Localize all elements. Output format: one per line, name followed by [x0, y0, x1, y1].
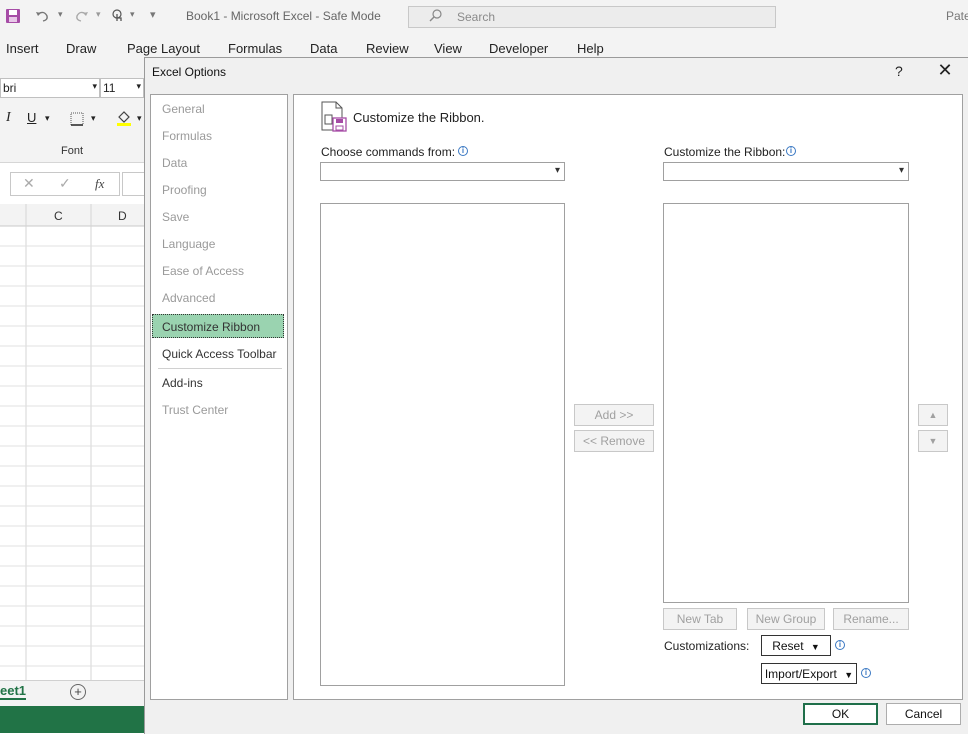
- nav-item-ease-of-access[interactable]: Ease of Access: [162, 264, 244, 278]
- info-icon[interactable]: i: [458, 146, 468, 156]
- touch-mode-icon[interactable]: [110, 8, 126, 24]
- undo-dropdown-icon[interactable]: ▾: [58, 9, 63, 20]
- redo-icon[interactable]: [74, 8, 90, 24]
- add-button[interactable]: Add >>: [574, 404, 654, 426]
- import-export-button-label: Import/Export: [764, 667, 837, 681]
- nav-item-save[interactable]: Save: [162, 210, 189, 224]
- font-size-box[interactable]: 11 ▾: [100, 78, 144, 98]
- import-export-button[interactable]: Import/Export ▼: [761, 663, 857, 684]
- move-down-icon[interactable]: ▼: [918, 430, 948, 452]
- fill-color-dropdown-icon[interactable]: ▾: [137, 113, 142, 124]
- nav-item-general[interactable]: General: [162, 102, 205, 116]
- nav-divider: [158, 368, 282, 369]
- chevron-down-icon: ▾: [554, 165, 560, 176]
- info-icon[interactable]: i: [861, 668, 871, 678]
- tab-review[interactable]: Review: [366, 41, 409, 56]
- chevron-down-icon: ▾: [898, 165, 904, 176]
- search-placeholder: Search: [457, 10, 496, 24]
- choose-commands-label: Choose commands from:: [321, 145, 456, 159]
- tab-view[interactable]: View: [434, 41, 462, 56]
- column-header-d[interactable]: D: [118, 209, 127, 223]
- borders-icon[interactable]: [70, 112, 84, 126]
- underline-icon[interactable]: U: [27, 110, 36, 125]
- save-icon[interactable]: [5, 8, 21, 24]
- formula-input[interactable]: [122, 172, 145, 196]
- move-up-icon[interactable]: ▲: [918, 404, 948, 426]
- italic-icon[interactable]: I: [6, 110, 11, 126]
- customize-ribbon-label: Customize the Ribbon:: [664, 145, 786, 159]
- redo-dropdown-icon[interactable]: ▾: [96, 9, 101, 20]
- font-name-box[interactable]: bri ▾: [0, 78, 100, 98]
- insert-function-icon[interactable]: fx: [95, 176, 104, 192]
- nav-item-advanced[interactable]: Advanced: [162, 291, 215, 305]
- user-name[interactable]: Pate: [946, 9, 968, 23]
- chevron-down-icon: ▾: [92, 81, 97, 91]
- remove-button[interactable]: << Remove: [574, 430, 654, 452]
- new-group-button[interactable]: New Group: [747, 608, 825, 630]
- chevron-down-icon: ▼: [810, 642, 820, 652]
- nav-item-language[interactable]: Language: [162, 237, 215, 251]
- font-group-label: Font: [61, 145, 84, 157]
- nav-item-data[interactable]: Data: [162, 156, 187, 170]
- grid-lines: [0, 204, 144, 680]
- chevron-down-icon: ▼: [844, 670, 854, 680]
- rename-button[interactable]: Rename...: [833, 608, 909, 630]
- info-icon[interactable]: i: [786, 146, 796, 156]
- cancel-button[interactable]: Cancel: [886, 703, 961, 725]
- font-name-value: bri: [3, 81, 17, 95]
- new-tab-button[interactable]: New Tab: [663, 608, 737, 630]
- nav-item-formulas[interactable]: Formulas: [162, 129, 212, 143]
- cancel-entry-icon[interactable]: ✕: [23, 175, 35, 192]
- tab-page-layout[interactable]: Page Layout: [127, 41, 200, 56]
- underline-dropdown-icon[interactable]: ▾: [45, 113, 50, 124]
- sheet-tab-bar: eet1 +: [0, 680, 144, 707]
- undo-icon[interactable]: [34, 8, 50, 24]
- worksheet-grid[interactable]: C D: [0, 204, 144, 680]
- nav-item-add-ins[interactable]: Add-ins: [162, 376, 203, 390]
- reset-button[interactable]: Reset ▼: [761, 635, 831, 656]
- dialog-title: Excel Options: [152, 65, 227, 79]
- window-title: Book1 - Microsoft Excel - Safe Mode: [186, 9, 381, 23]
- commands-list[interactable]: [320, 203, 565, 686]
- ok-button[interactable]: OK: [803, 703, 878, 725]
- help-icon[interactable]: ?: [895, 63, 903, 79]
- customize-qat-icon[interactable]: ▾: [150, 8, 156, 21]
- sheet-tab[interactable]: eet1: [0, 683, 27, 700]
- font-size-value: 11: [103, 81, 116, 95]
- chevron-down-icon: ▾: [136, 81, 141, 91]
- add-sheet-icon[interactable]: +: [70, 684, 86, 700]
- nav-item-quick-access-toolbar[interactable]: Quick Access Toolbar: [162, 347, 277, 361]
- column-header-c[interactable]: C: [54, 209, 63, 223]
- borders-dropdown-icon[interactable]: ▾: [91, 113, 96, 124]
- formula-controls: ✕ ✓ fx: [10, 172, 120, 196]
- tab-draw[interactable]: Draw: [66, 41, 96, 56]
- customizations-label: Customizations:: [664, 639, 750, 653]
- tab-insert[interactable]: Insert: [6, 41, 39, 56]
- fill-color-icon[interactable]: [116, 110, 132, 126]
- tab-help[interactable]: Help: [577, 41, 604, 56]
- close-icon[interactable]: ✕: [936, 60, 954, 80]
- choose-commands-dropdown[interactable]: ▾: [320, 162, 565, 181]
- confirm-entry-icon[interactable]: ✓: [59, 175, 71, 192]
- info-icon[interactable]: i: [835, 640, 845, 650]
- touch-dropdown-icon[interactable]: ▾: [130, 9, 135, 20]
- customize-ribbon-icon: [319, 101, 349, 133]
- tab-formulas[interactable]: Formulas: [228, 41, 282, 56]
- reset-button-label: Reset: [772, 639, 804, 653]
- ribbon-tabs-tree[interactable]: [663, 203, 909, 603]
- status-bar: [0, 706, 144, 733]
- panel-header: Customize the Ribbon.: [353, 110, 485, 125]
- nav-item-proofing[interactable]: Proofing: [162, 183, 207, 197]
- search-box[interactable]: Search: [408, 6, 776, 28]
- tab-developer[interactable]: Developer: [489, 41, 548, 56]
- customize-ribbon-dropdown[interactable]: ▾: [663, 162, 909, 181]
- search-icon: [429, 9, 443, 26]
- tab-data[interactable]: Data: [310, 41, 337, 56]
- nav-item-customize-ribbon[interactable]: Customize Ribbon: [162, 320, 260, 334]
- nav-item-trust-center[interactable]: Trust Center: [162, 403, 228, 417]
